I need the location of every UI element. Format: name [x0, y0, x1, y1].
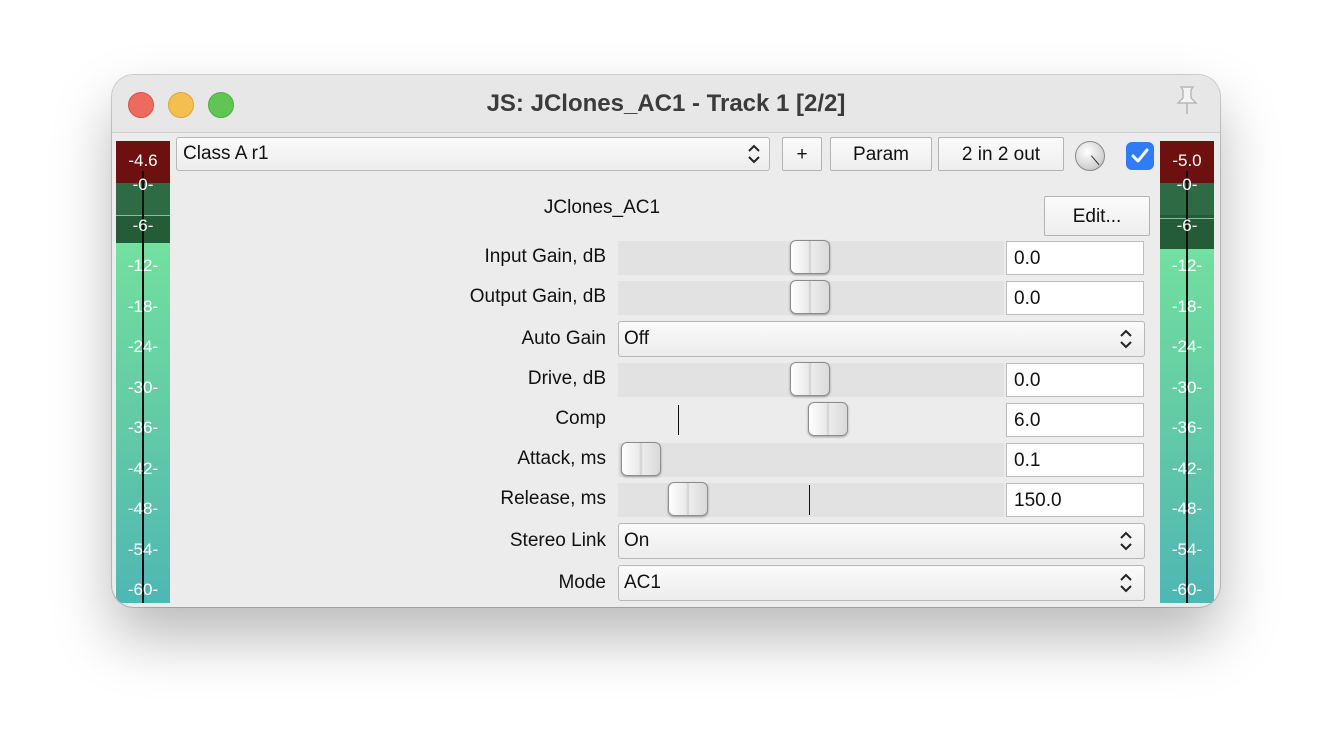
param-row-output-gain: Output Gain, dB 0.0	[112, 280, 1220, 315]
attack-slider[interactable]	[618, 442, 1004, 477]
slider-thumb[interactable]	[621, 442, 661, 476]
param-label: Comp	[555, 408, 606, 429]
meter-tick: -0-	[1176, 175, 1198, 194]
stereo-link-select[interactable]: On	[618, 523, 1145, 559]
updown-chevron-icon	[748, 144, 760, 164]
input-gain-slider[interactable]	[618, 240, 1004, 275]
input-peak-readout: -4.6	[128, 151, 158, 170]
checkmark-icon	[1131, 148, 1149, 163]
param-row-auto-gain: Auto Gain Off	[112, 321, 1220, 357]
auto-gain-select[interactable]: Off	[618, 321, 1145, 357]
drive-slider[interactable]	[618, 362, 1004, 397]
param-row-drive: Drive, dB 0.0	[112, 362, 1220, 397]
param-label: Auto Gain	[521, 328, 607, 349]
meter-tick: -0-	[132, 175, 154, 194]
param-row-input-gain: Input Gain, dB 0.0	[112, 240, 1220, 275]
effect-name: JClones_AC1	[543, 197, 661, 218]
meter-tick: -6-	[132, 216, 154, 235]
param-label: Output Gain, dB	[469, 286, 606, 307]
release-value[interactable]: 150.0	[1006, 483, 1144, 517]
release-slider[interactable]	[618, 482, 1004, 517]
comp-value[interactable]: 6.0	[1006, 403, 1144, 437]
slider-thumb[interactable]	[790, 240, 830, 274]
attack-value[interactable]: 0.1	[1006, 443, 1144, 477]
output-gain-value[interactable]: 0.0	[1006, 281, 1144, 315]
slider-thumb[interactable]	[668, 482, 708, 516]
param-label: Release, ms	[500, 488, 606, 509]
updown-chevron-icon	[1120, 531, 1132, 551]
add-button[interactable]: +	[782, 137, 822, 171]
preset-label: Class A r1	[183, 143, 269, 164]
plugin-window: JS: JClones_AC1 - Track 1 [2/2] -4.6 -0-…	[112, 75, 1220, 607]
wet-dry-knob[interactable]	[1075, 141, 1105, 171]
param-button[interactable]: Param	[830, 137, 932, 171]
updown-chevron-icon	[1120, 329, 1132, 349]
stereo-link-value: On	[624, 530, 650, 551]
param-row-attack: Attack, ms 0.1	[112, 442, 1220, 477]
param-label: Stereo Link	[509, 530, 606, 551]
param-row-release: Release, ms 150.0	[112, 482, 1220, 517]
param-row-stereo-link: Stereo Link On	[112, 523, 1220, 559]
param-row-comp: Comp 6.0	[112, 402, 1220, 437]
meter-tick: -6-	[1176, 216, 1198, 235]
input-gain-value[interactable]: 0.0	[1006, 241, 1144, 275]
comp-slider[interactable]	[618, 402, 1004, 437]
output-peak-readout: -5.0	[1172, 151, 1202, 170]
output-gain-slider[interactable]	[618, 280, 1004, 315]
title-bar: JS: JClones_AC1 - Track 1 [2/2]	[112, 75, 1220, 133]
enable-checkbox[interactable]	[1126, 142, 1154, 170]
slider-thumb[interactable]	[790, 280, 830, 314]
window-title: JS: JClones_AC1 - Track 1 [2/2]	[486, 90, 846, 117]
auto-gain-value: Off	[624, 328, 649, 349]
preset-select[interactable]: Class A r1	[176, 137, 770, 171]
updown-chevron-icon	[1120, 573, 1132, 593]
param-label: Input Gain, dB	[484, 246, 606, 267]
drive-value[interactable]: 0.0	[1006, 363, 1144, 397]
slider-thumb[interactable]	[790, 362, 830, 396]
mode-select[interactable]: AC1	[618, 565, 1145, 601]
param-label: Mode	[558, 572, 606, 593]
mode-value: AC1	[624, 572, 661, 593]
edit-button[interactable]: Edit...	[1044, 196, 1150, 236]
io-routing-button[interactable]: 2 in 2 out	[938, 137, 1064, 171]
param-label: Attack, ms	[517, 448, 606, 469]
slider-thumb[interactable]	[808, 402, 848, 436]
param-row-mode: Mode AC1	[112, 565, 1220, 601]
pin-icon[interactable]	[1170, 83, 1204, 117]
param-label: Drive, dB	[527, 368, 606, 389]
